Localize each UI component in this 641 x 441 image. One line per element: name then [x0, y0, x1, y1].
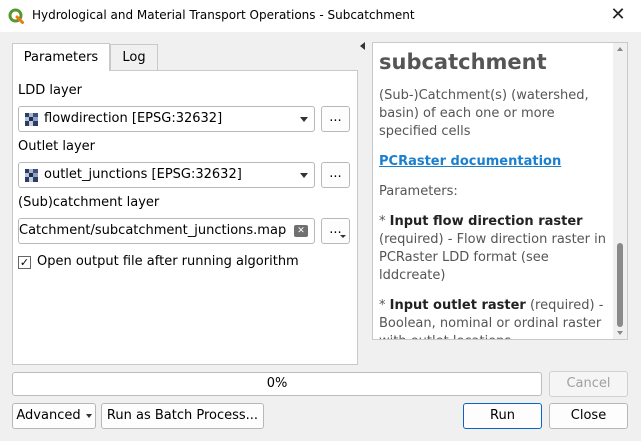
help-param2-name: Input outlet raster	[389, 298, 526, 313]
outlet-layer-select[interactable]: outlet_junctions [EPSG:32632]	[18, 162, 315, 188]
close-button[interactable]: Close	[549, 403, 628, 429]
outlet-layer-label: Outlet layer	[18, 139, 96, 154]
subcatchment-output-value: Catchment/subcatchment_junctions.map	[19, 223, 287, 238]
subcatchment-browse-button[interactable]: ...	[321, 218, 350, 244]
window-close-button[interactable]: ✕	[606, 4, 630, 26]
help-title: subcatchment	[379, 50, 547, 74]
collapse-help-icon[interactable]	[360, 42, 365, 50]
chevron-down-icon	[85, 413, 92, 418]
cancel-button[interactable]: Cancel	[549, 371, 628, 397]
raster-layer-icon	[25, 169, 38, 182]
outlet-layer-value: outlet_junctions [EPSG:32632]	[44, 167, 242, 182]
chevron-down-icon	[340, 235, 346, 238]
pcraster-documentation-link[interactable]: PCRaster documentation	[379, 153, 611, 171]
raster-layer-icon	[25, 113, 38, 126]
outlet-browse-button[interactable]: ...	[321, 162, 350, 188]
help-scrollbar[interactable]	[613, 43, 627, 339]
window-title: Hydrological and Material Transport Oper…	[32, 8, 415, 22]
tab-log[interactable]: Log	[110, 44, 158, 70]
clear-icon[interactable]: ✕	[294, 225, 308, 237]
advanced-label: Advanced	[16, 408, 81, 423]
help-param1-name: Input flow direction raster	[389, 214, 583, 229]
chevron-down-icon	[300, 173, 308, 178]
ldd-browse-button[interactable]: ...	[321, 106, 350, 132]
help-param1-desc: (required) - Flow direction raster in PC…	[379, 232, 606, 283]
ldd-layer-value: flowdirection [EPSG:32632]	[44, 111, 223, 126]
progress-bar: 0%	[12, 372, 542, 396]
help-parameters-heading: Parameters:	[379, 184, 458, 199]
open-output-checkbox[interactable]: ✓	[18, 256, 31, 269]
ldd-layer-select[interactable]: flowdirection [EPSG:32632]	[18, 106, 315, 132]
run-batch-button[interactable]: Run as Batch Process...	[101, 403, 264, 429]
help-description: (Sub-)Catchment(s) (watershed, basin) of…	[379, 88, 589, 139]
ldd-layer-label: LDD layer	[18, 83, 83, 98]
run-button[interactable]: Run	[463, 403, 542, 429]
tab-parameters[interactable]: Parameters	[12, 43, 110, 71]
subcatchment-output-input[interactable]: Catchment/subcatchment_junctions.map ✕	[18, 218, 315, 244]
help-param-outlet: * Input outlet raster (required) - Boole…	[379, 297, 611, 339]
subcatchment-layer-label: (Sub)catchment layer	[18, 195, 160, 210]
qgis-logo-icon	[8, 8, 24, 24]
chevron-down-icon	[300, 117, 308, 122]
open-output-label[interactable]: Open output file after running algorithm	[37, 254, 299, 269]
title-bar: Hydrological and Material Transport Oper…	[0, 0, 641, 32]
scroll-up-icon[interactable]	[617, 47, 623, 51]
help-panel: subcatchment (Sub-)Catchment(s) (watersh…	[372, 42, 628, 340]
scroll-thumb[interactable]	[617, 243, 623, 327]
help-param-flow-direction: * Input flow direction raster (required)…	[379, 214, 606, 283]
scroll-down-icon[interactable]	[617, 331, 623, 335]
advanced-button[interactable]: Advanced	[12, 403, 96, 429]
